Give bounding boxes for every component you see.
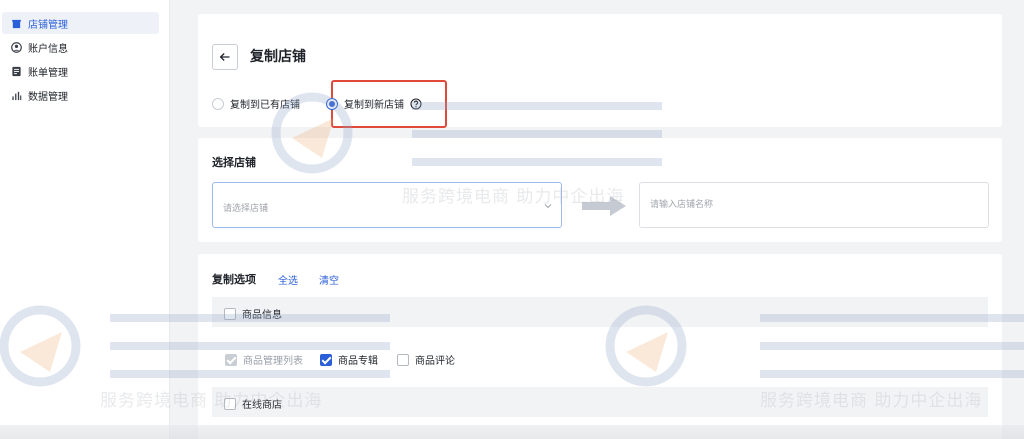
- checkbox-product-reviews[interactable]: 商品评论: [397, 352, 455, 367]
- checkbox-indicator: [397, 353, 409, 366]
- store-select-placeholder: 请选择店铺: [223, 204, 269, 214]
- radio-indicator: [326, 97, 338, 110]
- bottom-shadow: [0, 425, 1024, 439]
- clear-link[interactable]: 清空: [319, 272, 339, 287]
- user-circle-icon: [10, 41, 22, 53]
- store-select[interactable]: 请选择店铺: [212, 182, 562, 228]
- checkbox-product-collection[interactable]: 商品专辑: [320, 352, 378, 367]
- header-card: 复制店铺 复制到已有店铺 复制到新店铺: [198, 14, 1002, 128]
- sidebar-item-billing[interactable]: 账单管理: [2, 60, 159, 82]
- sidebar-item-label: 账单管理: [28, 67, 68, 79]
- arrow-left-icon: [219, 53, 230, 61]
- new-store-name-field[interactable]: [639, 182, 989, 228]
- checkbox-indicator: [320, 353, 332, 366]
- chevron-down-icon: [544, 204, 552, 209]
- checkbox-product-info[interactable]: 商品信息: [224, 306, 282, 321]
- copy-options-card: 复制选项 全选 清空 商品信息 商品管理列表 商品专辑 商品评论 在线商店: [198, 254, 1002, 439]
- checkbox-label: 在线商店: [242, 400, 282, 411]
- radio-label: 复制到已有店铺: [230, 100, 300, 111]
- checkbox-product-management-list[interactable]: 商品管理列表: [225, 352, 303, 367]
- radio-copy-to-new-store[interactable]: 复制到新店铺: [326, 96, 422, 111]
- checkbox-label: 商品评论: [415, 356, 455, 367]
- checkbox-online-store[interactable]: 在线商店: [224, 396, 282, 411]
- sidebar: 店铺管理 账户信息 账单管理 数据管理: [0, 0, 170, 439]
- radio-copy-to-existing-store[interactable]: 复制到已有店铺: [212, 96, 300, 111]
- back-button[interactable]: [212, 44, 238, 70]
- arrow-right-icon: [582, 196, 626, 216]
- sidebar-item-data-management[interactable]: 数据管理: [2, 84, 159, 106]
- sidebar-item-store-management[interactable]: 店铺管理: [2, 12, 159, 34]
- checkbox-indicator: [224, 397, 236, 410]
- checkbox-label: 商品管理列表: [243, 356, 303, 367]
- radio-label: 复制到新店铺: [344, 100, 404, 111]
- select-store-card: 选择店铺 请选择店铺: [198, 138, 1002, 242]
- sidebar-item-account-info[interactable]: 账户信息: [2, 36, 159, 58]
- copy-options-label: 复制选项: [212, 273, 256, 286]
- checkbox-label: 商品信息: [242, 310, 282, 321]
- store-icon: [10, 17, 22, 29]
- checkbox-label: 商品专辑: [338, 356, 378, 367]
- group-header-online-store: 在线商店: [212, 387, 988, 417]
- radio-indicator: [212, 97, 224, 110]
- sidebar-item-label: 账户信息: [28, 43, 68, 55]
- sidebar-item-label: 数据管理: [28, 91, 68, 103]
- page-title: 复制店铺: [250, 49, 306, 65]
- select-store-label: 选择店铺: [212, 156, 256, 169]
- question-circle-icon[interactable]: [410, 97, 422, 110]
- bill-icon: [10, 65, 22, 77]
- checkbox-indicator: [224, 307, 236, 320]
- group-header-product-info: 商品信息: [212, 297, 988, 327]
- sidebar-item-label: 店铺管理: [28, 19, 68, 31]
- bar-chart-icon: [10, 89, 22, 101]
- select-all-link[interactable]: 全选: [278, 272, 298, 287]
- new-store-name-input[interactable]: [640, 183, 988, 227]
- checkbox-indicator: [225, 353, 237, 366]
- copy-mode-radio-group: 复制到已有店铺 复制到新店铺: [212, 96, 422, 111]
